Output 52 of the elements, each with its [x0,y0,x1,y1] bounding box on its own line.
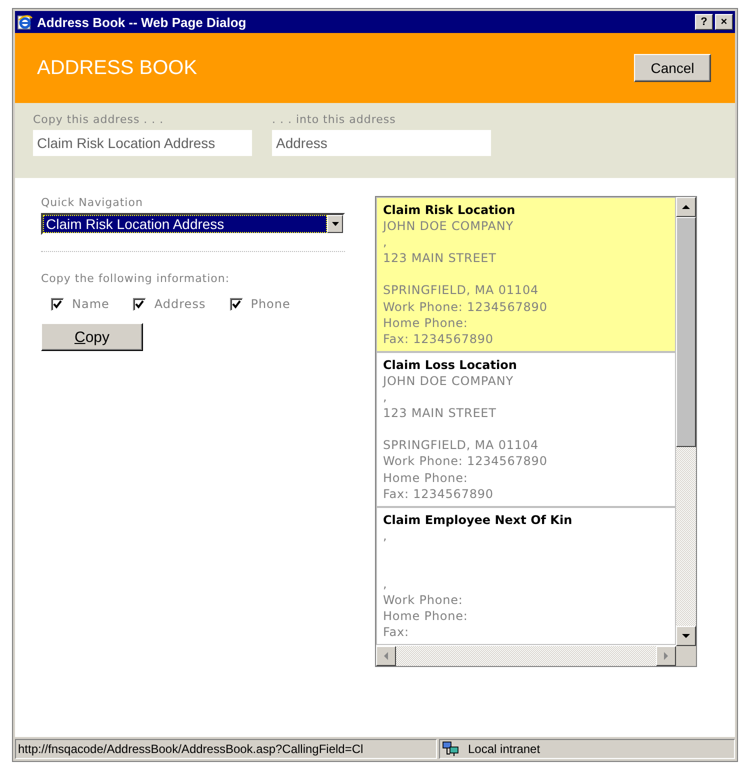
address-line: SPRINGFIELD, MA 01104 [383,282,540,299]
address-line: Work Phone: [383,592,464,608]
address-line: , [383,528,388,544]
address-line: , [383,576,388,592]
address-line: Home Phone: [383,608,469,624]
scroll-up-icon [682,205,690,209]
address-line: Fax: 1234567890 [383,486,494,502]
status-url: http://fnsqacode/AddressBook/AddressBook.asp?CallingField=Cl [15,739,437,759]
dropdown-arrow-icon [332,222,338,226]
window-button[interactable]: ? [695,14,713,30]
security-zone-label: Local intranet [468,741,540,758]
field-label: Copy this address . . . [33,113,165,126]
address-line: , [383,389,388,406]
scroll-left-icon [384,652,388,660]
address-title: Claim Loss Location [383,356,518,373]
address-card[interactable]: Claim Risk Location JOHN DOE COMPANY , 123 MAIN STREET SPRINGFIELD, MA 01104 Work Phone: 1234567890 Home Phone: Fax: 1234567890 [376,197,676,352]
address-line: Work Phone: 1234567890 [383,298,548,315]
source-address-field[interactable]: Claim Risk Location Address [33,130,252,156]
scroll-down-icon [682,634,690,638]
address-line: JOHN DOE COMPANY [383,218,514,234]
scroll-right-icon [664,652,668,660]
address-line: SPRINGFIELD, MA 01104 [383,437,540,454]
address-line: 123 MAIN STREET [383,405,498,422]
address-line: Fax: [383,624,410,640]
network-icon [442,741,460,757]
browser-icon [17,14,33,30]
window-title: Address Book -- Web Page Dialog [37,14,248,30]
address-line: , [383,234,388,250]
address-line: Home Phone: [383,314,469,331]
address-card[interactable]: Claim Loss Location JOHN DOE COMPANY , 123 MAIN STREET SPRINGFIELD, MA 01104 Work Phone: 1234567890 Home Phone: Fax: 1234567890 [376,352,676,507]
quick-navigation-dropdown[interactable]: Claim Risk Location Address [41,213,345,235]
checkbox-label: Address [154,297,206,311]
address-line: Fax: 1234567890 [383,330,494,347]
field-label: . . . into this address [272,113,397,126]
cancel-button[interactable]: Cancel [634,54,711,82]
address-line: JOHN DOE COMPANY [383,372,514,390]
vertical-scrollbar[interactable] [676,197,696,646]
checkbox-label: Phone [250,297,290,311]
address-line: 123 MAIN STREET [383,250,498,266]
address-line: Work Phone: 1234567890 [383,453,548,470]
window-button[interactable]: × [715,14,733,30]
checkbox-label: Name [72,297,110,311]
field-label: Quick Navigation [41,196,143,209]
horizontal-scrollbar[interactable] [376,646,676,666]
address-line: Home Phone: [383,470,469,486]
address-title: Claim Employee Next Of Kin [383,512,574,528]
address-card[interactable]: Claim Employee Next Of Kin , , Work Phone: Home Phone: Fax: [376,506,676,646]
address-title: Claim Risk Location [383,202,516,218]
copy-button[interactable]: Copy [41,323,143,351]
target-address-field[interactable]: Address [272,130,491,156]
section-label: Copy the following information: [41,272,230,285]
page-title: ADDRESS BOOK [37,56,198,80]
